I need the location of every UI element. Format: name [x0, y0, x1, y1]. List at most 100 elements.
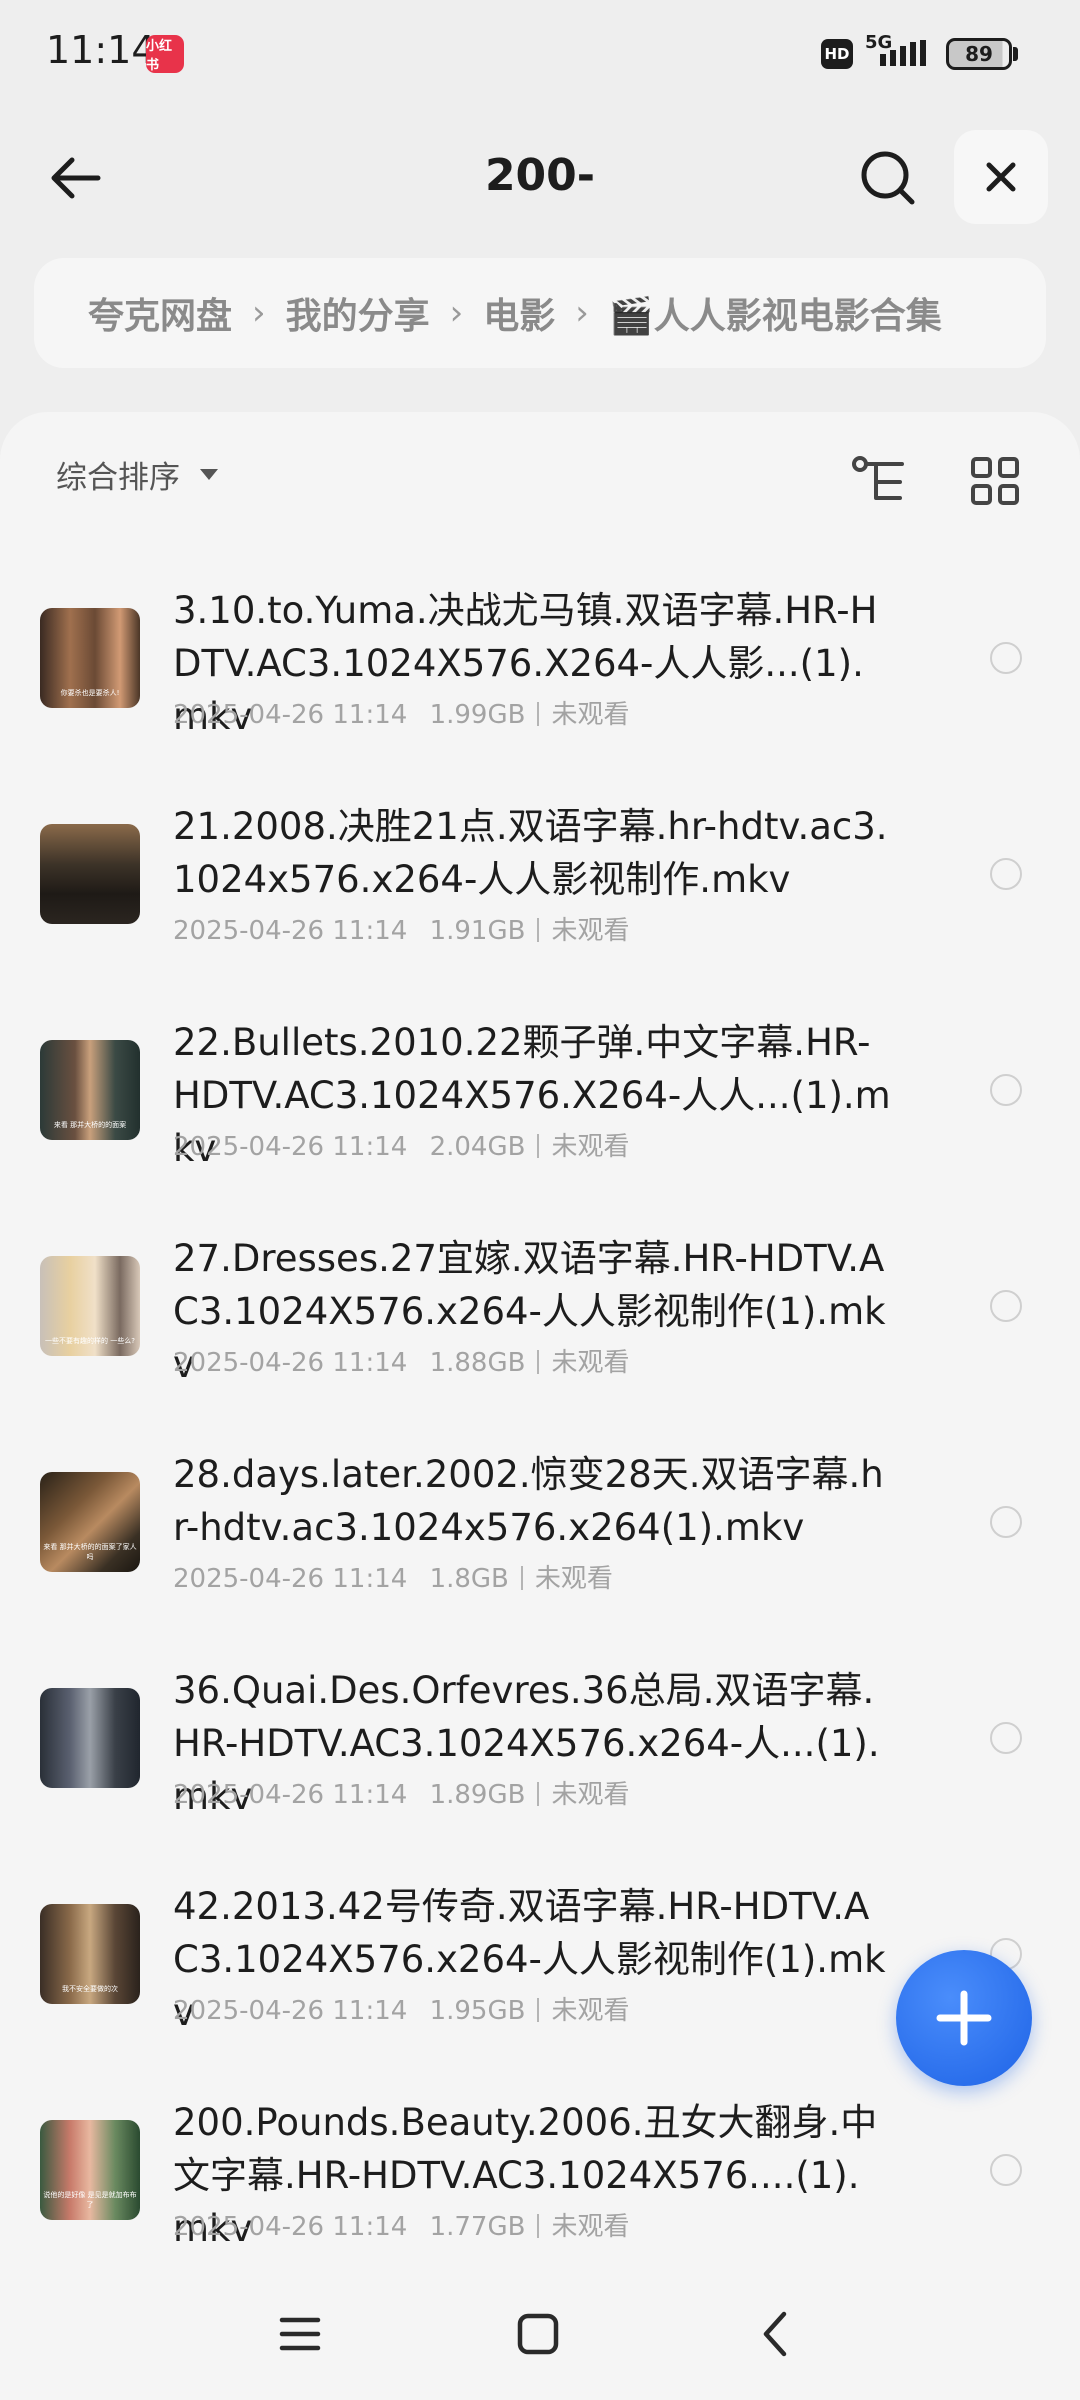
search-icon	[861, 151, 915, 205]
thumbnail-caption: 你要杀也是要杀人!	[60, 689, 120, 697]
meta-divider	[537, 2214, 540, 2238]
meta-divider	[537, 1782, 540, 1806]
signal-icon	[880, 40, 926, 66]
file-size: 2.04GB	[429, 1132, 526, 1162]
file-name: 21.2008.决胜21点.双语字幕.hr-hdtv.ac3.1024x576.…	[173, 805, 888, 901]
plus-icon	[936, 1990, 992, 2046]
search-button[interactable]	[850, 140, 926, 216]
file-size: 1.99GB	[429, 700, 526, 730]
sort-label: 综合排序	[56, 460, 180, 496]
select-checkbox[interactable]	[990, 1074, 1022, 1106]
video-thumbnail: 我不安全要做的次	[40, 1904, 140, 2004]
file-size: 1.91GB	[429, 916, 526, 946]
video-thumbnail: 来看 那并大桥的的面案了家人吗	[40, 1472, 140, 1572]
file-meta: 2025-04-26 11:14 1.77GB 未观看	[173, 2206, 629, 2243]
file-size: 1.89GB	[429, 1780, 526, 1810]
file-size: 1.88GB	[429, 1348, 526, 1378]
breadcrumb-item-quark-drive[interactable]: 夸克网盘	[88, 287, 232, 339]
close-icon	[986, 162, 1016, 192]
video-thumbnail: 来看 那并大桥的的面案	[40, 1040, 140, 1140]
file-date: 2025-04-26 11:14	[173, 1132, 408, 1162]
file-date: 2025-04-26 11:14	[173, 1780, 408, 1810]
video-thumbnail	[40, 1688, 140, 1788]
file-size: 1.95GB	[429, 1996, 526, 2026]
select-checkbox[interactable]	[990, 1722, 1022, 1754]
close-button[interactable]	[954, 130, 1048, 224]
thumbnail-caption: 我不安全要做的次	[62, 1985, 118, 1993]
file-list-item[interactable]: 来看 那并大桥的的面案 22.Bullets.2010.22颗子弹.中文字幕.H…	[0, 1004, 1080, 1220]
header-bar: 200-	[0, 118, 1080, 238]
file-date: 2025-04-26 11:14	[173, 916, 408, 946]
file-list-item[interactable]: 说他的是好像 是见是就加布布了 200.Pounds.Beauty.2006.丑…	[0, 2084, 1080, 2300]
select-checkbox[interactable]	[990, 642, 1022, 674]
file-panel: 综合排序 你要杀也是要杀人! 3.10.to.Yuma.决战尤马镇.双语字幕.H…	[0, 412, 1080, 2400]
watch-status: 未观看	[551, 1780, 630, 1810]
video-thumbnail: 一些不要有趣的样的 一些么?	[40, 1256, 140, 1356]
status-bar: 11:14 小红书 HD 5G 89	[0, 0, 1080, 108]
file-list-item[interactable]: 21.2008.决胜21点.双语字幕.hr-hdtv.ac3.1024x576.…	[0, 788, 1080, 1004]
caret-down-icon	[200, 469, 218, 480]
thumbnail-caption: 来看 那并大桥的的面案	[53, 1121, 127, 1129]
file-size: 1.77GB	[429, 2212, 526, 2242]
battery-tip	[1013, 47, 1018, 61]
breadcrumb-item-my-shares[interactable]: 我的分享	[286, 287, 430, 339]
tree-view-icon[interactable]	[850, 452, 910, 512]
file-date: 2025-04-26 11:14	[173, 1348, 408, 1378]
file-list-item[interactable]: 36.Quai.Des.Orfevres.36总局.双语字幕.HR-HDTV.A…	[0, 1652, 1080, 1868]
xiaohongshu-app-icon: 小红书	[146, 35, 184, 73]
breadcrumb-item-movies[interactable]: 电影	[483, 287, 555, 339]
file-date: 2025-04-26 11:14	[173, 700, 408, 730]
file-date: 2025-04-26 11:14	[173, 1996, 408, 2026]
file-meta: 2025-04-26 11:14 1.88GB 未观看	[173, 1342, 629, 1379]
select-checkbox[interactable]	[990, 1506, 1022, 1538]
file-meta: 2025-04-26 11:14 1.8GB 未观看	[173, 1558, 613, 1595]
file-meta: 2025-04-26 11:14 1.99GB 未观看	[173, 694, 629, 731]
chevron-right-icon: ›	[252, 293, 266, 333]
battery-icon: 89	[946, 38, 1012, 70]
status-time: 11:14	[46, 28, 156, 72]
chevron-right-icon: ›	[449, 293, 464, 333]
select-checkbox[interactable]	[990, 1290, 1022, 1322]
file-meta: 2025-04-26 11:14 1.91GB 未观看	[173, 910, 629, 947]
menu-icon[interactable]	[270, 2304, 330, 2364]
hd-icon: HD	[821, 39, 853, 69]
file-name: 28.days.later.2002.惊变28天.双语字幕.hr-hdtv.ac…	[173, 1453, 884, 1549]
system-nav-bar	[0, 2280, 1080, 2390]
meta-divider	[537, 1998, 540, 2022]
breadcrumb: 夸克网盘 › 我的分享 › 电影 › 🎬人人影视电影合集	[34, 258, 1046, 368]
file-size: 1.8GB	[429, 1564, 509, 1594]
select-checkbox[interactable]	[990, 858, 1022, 890]
file-list-item[interactable]: 你要杀也是要杀人! 3.10.to.Yuma.决战尤马镇.双语字幕.HR-HDT…	[0, 572, 1080, 788]
meta-divider	[537, 918, 540, 942]
add-button[interactable]	[896, 1950, 1032, 2086]
watch-status: 未观看	[534, 1564, 613, 1594]
watch-status: 未观看	[551, 2212, 630, 2242]
meta-divider	[537, 702, 540, 726]
chevron-left-icon[interactable]	[746, 2304, 806, 2364]
file-meta: 2025-04-26 11:14 2.04GB 未观看	[173, 1126, 629, 1163]
file-meta: 2025-04-26 11:14 1.95GB 未观看	[173, 1990, 629, 2027]
thumbnail-caption: 来看 那并大桥的的面案了家人吗	[43, 1543, 137, 1561]
video-thumbnail: 你要杀也是要杀人!	[40, 608, 140, 708]
file-list-item[interactable]: 来看 那并大桥的的面案了家人吗 28.days.later.2002.惊变28天…	[0, 1436, 1080, 1652]
watch-status: 未观看	[551, 700, 630, 730]
chevron-right-icon: ›	[575, 293, 589, 333]
watch-status: 未观看	[551, 1132, 630, 1162]
thumbnail-caption: 说他的是好像 是见是就加布布了	[43, 2191, 137, 2209]
select-checkbox[interactable]	[990, 2154, 1022, 2186]
watch-status: 未观看	[551, 1996, 630, 2026]
grid-view-icon[interactable]	[970, 456, 1020, 506]
watch-status: 未观看	[551, 1348, 630, 1378]
watch-status: 未观看	[551, 916, 630, 946]
video-thumbnail: 说他的是好像 是见是就加布布了	[40, 2120, 140, 2220]
meta-divider	[520, 1566, 523, 1590]
video-thumbnail	[40, 824, 140, 924]
sort-dropdown[interactable]: 综合排序	[56, 452, 218, 497]
breadcrumb-item-collection[interactable]: 🎬人人影视电影合集	[609, 287, 942, 339]
meta-divider	[537, 1350, 540, 1374]
home-square-icon[interactable]	[508, 2304, 568, 2364]
thumbnail-caption: 一些不要有趣的样的 一些么?	[45, 1337, 135, 1345]
file-date: 2025-04-26 11:14	[173, 1564, 408, 1594]
meta-divider	[537, 1134, 540, 1158]
file-list-item[interactable]: 一些不要有趣的样的 一些么? 27.Dresses.27宜嫁.双语字幕.HR-H…	[0, 1220, 1080, 1436]
